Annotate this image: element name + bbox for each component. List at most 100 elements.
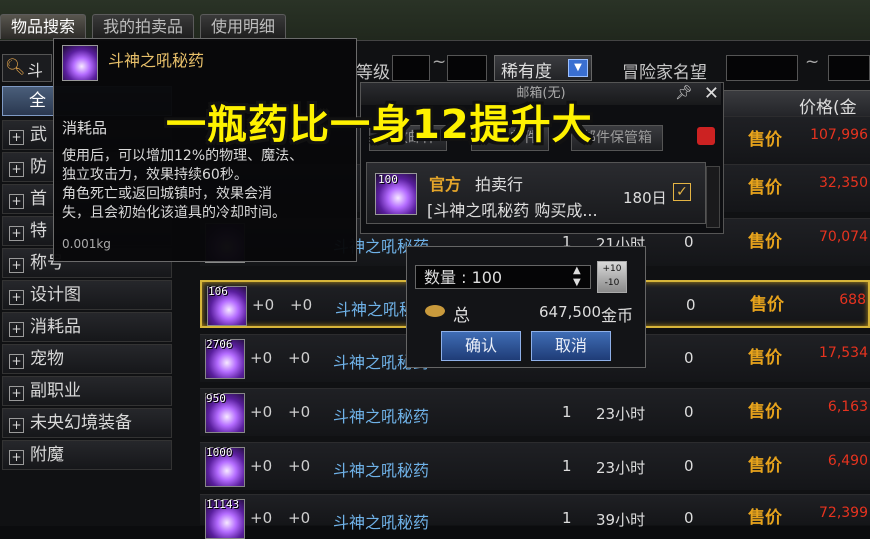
stack-count: 950 <box>206 392 226 405</box>
item-amplify: +0 <box>288 509 311 527</box>
item-bid-count: 0 <box>684 233 694 251</box>
tab-my-auctions[interactable]: 我的拍卖品 <box>92 14 195 39</box>
category-weiyang-gear[interactable]: + 未央幻境装备 <box>2 408 172 438</box>
item-time-left: 23小时 <box>596 459 646 477</box>
category-label: 未央幻境装备 <box>30 413 132 433</box>
stack-count: 2706 <box>206 338 233 351</box>
sell-label: 售价 <box>748 130 782 150</box>
expand-icon[interactable]: + <box>9 450 24 465</box>
category-pet[interactable]: + 宠物 <box>2 344 172 374</box>
sell-label: 售价 <box>748 348 782 368</box>
sell-label: 售价 <box>748 178 782 198</box>
stack-count: 106 <box>208 285 228 298</box>
category-subjob[interactable]: + 副职业 <box>2 376 172 406</box>
tooltip-desc-line: 独立攻击力，效果持续60秒。 <box>62 167 248 183</box>
sell-label: 售价 <box>748 402 782 422</box>
mail-sender-tag: 官方 <box>429 175 462 194</box>
price-value: 107,996 <box>810 127 868 143</box>
mail-list-item[interactable]: 100 官方 拍卖行 [斗神之吼秘药 购买成... 180日 ✓ <box>366 162 706 224</box>
price-column-header[interactable]: 价格(金币 <box>722 90 870 143</box>
item-amplify: +0 <box>288 403 311 421</box>
item-enhance: +0 <box>250 403 273 421</box>
expand-icon[interactable]: + <box>9 386 24 401</box>
expand-icon[interactable]: + <box>9 290 24 305</box>
delete-mail-icon[interactable] <box>697 127 715 145</box>
item-amplify: +0 <box>290 296 313 314</box>
tooltip-desc-line: 角色死亡或返回城镇时，效果会消 <box>62 186 272 202</box>
mail-item-count: 100 <box>378 173 398 186</box>
step-up-button[interactable]: +10 <box>598 262 626 276</box>
item-enhance: +0 <box>252 296 275 314</box>
item-quantity: 1 <box>562 457 572 475</box>
chevron-down-icon[interactable]: ▼ <box>568 59 588 77</box>
expand-icon[interactable]: + <box>9 322 24 337</box>
potion-icon: 2706 <box>205 338 245 379</box>
category-label: 附魔 <box>30 445 64 465</box>
pin-icon[interactable]: 📌︎ <box>675 85 693 101</box>
close-icon[interactable]: ✕ <box>704 83 719 104</box>
item-tooltip: 斗神之吼秘药 消耗品 使用后，可以增加12%的物理、魔法、 独立攻击力，效果持续… <box>53 38 357 262</box>
expand-icon[interactable]: + <box>9 194 24 209</box>
table-row[interactable]: 950 +0 +0 斗神之吼秘药 1 23小时 0 售价 6,163 <box>200 388 870 436</box>
cancel-button[interactable]: 取消 <box>531 331 611 361</box>
gold-coin-icon <box>425 305 445 317</box>
search-icon: 🔍︎ <box>5 57 26 76</box>
category-consumable[interactable]: + 消耗品 <box>2 312 172 342</box>
fame-max-input[interactable] <box>828 55 870 81</box>
level-min-input[interactable] <box>392 55 430 81</box>
adventurer-label: 冒险家名望 <box>622 63 707 83</box>
tab-usage-details[interactable]: 使用明细 <box>200 14 287 39</box>
sell-label: 售价 <box>748 232 782 252</box>
tab-item-search[interactable]: 物品搜索 <box>0 14 87 39</box>
price-value: 70,074 <box>819 229 868 245</box>
confirm-button[interactable]: 确认 <box>441 331 521 361</box>
category-blueprint[interactable]: + 设计图 <box>2 280 172 310</box>
potion-icon: 11143 <box>205 498 245 539</box>
table-row[interactable]: 1000 +0 +0 斗神之吼秘药 1 23小时 0 售价 6,490 <box>200 442 870 490</box>
expand-icon[interactable]: + <box>9 354 24 369</box>
level-max-input[interactable] <box>447 55 487 81</box>
category-label: 消耗品 <box>30 317 81 337</box>
search-input[interactable]: 🔍︎ 斗 <box>2 54 52 82</box>
category-label: 首 <box>30 189 47 209</box>
price-value: 688 <box>839 292 866 308</box>
item-name: 斗神之吼秘药 <box>333 513 430 532</box>
item-bid-count: 0 <box>686 296 696 314</box>
category-label: 防 <box>30 157 47 177</box>
quantity-input[interactable]: 数量 : 100 <box>415 265 591 289</box>
expand-icon[interactable]: + <box>9 418 24 433</box>
price-value: 6,490 <box>827 453 868 469</box>
table-row[interactable]: 11143 +0 +0 斗神之吼秘药 1 39小时 0 售价 72,399 <box>200 494 870 539</box>
item-quantity: 1 <box>562 509 572 527</box>
expand-icon[interactable]: + <box>9 226 24 241</box>
step-down-button[interactable]: -10 <box>598 276 626 290</box>
item-name: 斗神之吼秘药 <box>333 407 430 426</box>
category-label: 设计图 <box>30 285 81 305</box>
expand-icon[interactable]: + <box>9 162 24 177</box>
rarity-dropdown[interactable]: 稀有度 ▼ <box>494 55 592 82</box>
category-enchant[interactable]: + 附魔 <box>2 440 172 470</box>
category-label: 特 <box>30 221 47 241</box>
tooltip-desc-line: 失，且会初始化该道具的冷却时间。 <box>62 205 286 221</box>
mail-subject: [斗神之吼秘药 购买成... <box>427 201 598 220</box>
quantity-step-buttons[interactable]: +10 -10 <box>597 261 627 293</box>
category-label: 副职业 <box>30 381 81 401</box>
quantity-spinner[interactable]: ▲ ▼ <box>573 265 581 289</box>
tooltip-item-type: 消耗品 <box>62 119 108 137</box>
fame-min-input[interactable] <box>726 55 798 81</box>
item-bid-count: 0 <box>684 509 694 527</box>
potion-icon: 1000 <box>205 446 245 487</box>
level-range-tilde: ~ <box>432 52 447 72</box>
sell-label: 售价 <box>750 295 784 315</box>
expand-icon[interactable]: + <box>9 130 24 145</box>
fame-range-tilde: ~ <box>805 52 820 72</box>
expand-icon[interactable]: + <box>9 258 24 273</box>
sell-label: 售价 <box>748 508 782 528</box>
tooltip-description: 使用后，可以增加12%的物理、魔法、 独立攻击力，效果持续60秒。 角色死亡或返… <box>62 147 352 223</box>
total-label: 总 <box>453 306 470 326</box>
total-amount: 647,500 <box>539 303 602 321</box>
mail-scrollbar[interactable] <box>706 166 720 228</box>
tooltip-weight: 0.001kg <box>62 237 111 251</box>
mail-checkbox[interactable]: ✓ <box>673 183 691 201</box>
mail-expiry: 180日 <box>623 189 667 207</box>
